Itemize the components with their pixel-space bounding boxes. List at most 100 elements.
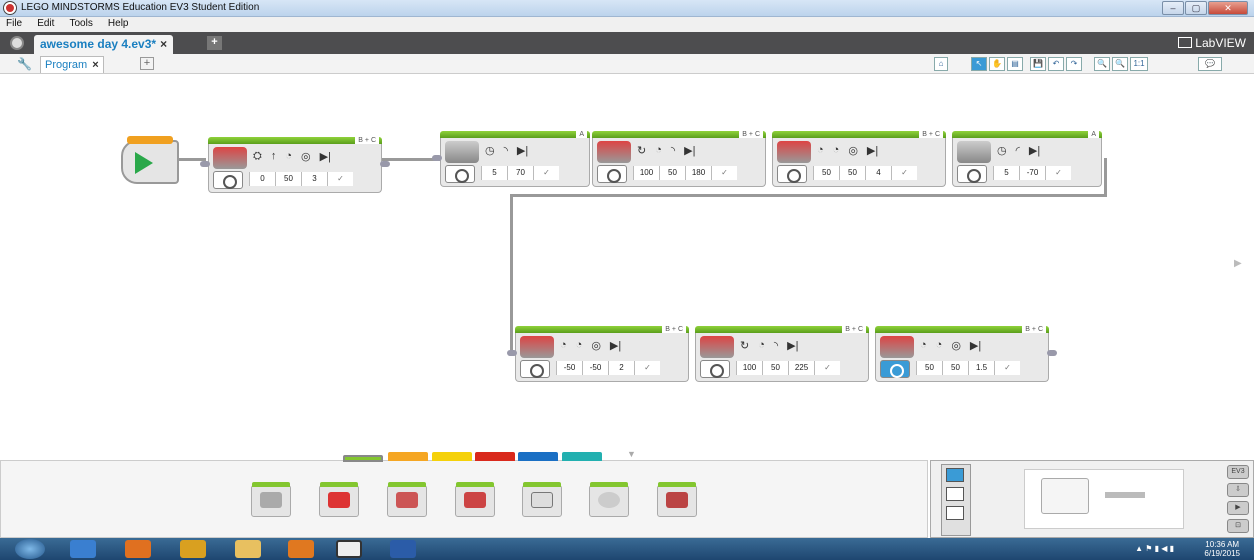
minimize-button[interactable]: – (1162, 1, 1184, 15)
mode-selector[interactable] (777, 165, 807, 183)
mode-selector[interactable] (880, 360, 910, 378)
palette-tab-action[interactable] (343, 455, 383, 462)
menu-tools[interactable]: Tools (63, 17, 98, 30)
left-power-input[interactable]: 50 (916, 361, 942, 375)
comment-tool-icon[interactable]: ▤ (1007, 57, 1023, 71)
firefox-icon[interactable] (125, 540, 151, 558)
brake-toggle[interactable]: ✓ (814, 361, 840, 375)
palette-collapse-icon[interactable]: ▼ (627, 449, 636, 459)
move-steering-block[interactable]: B + C ↻ ◔ ◝ ▶| 100 50 180 ✓ (592, 131, 766, 187)
available-bricks-icon[interactable] (946, 506, 964, 520)
select-tool-icon[interactable]: ↖ (971, 57, 987, 71)
comment-icon[interactable]: 💬 (1198, 57, 1222, 71)
brake-toggle[interactable]: ✓ (1045, 166, 1071, 180)
port-selector[interactable]: A (1088, 131, 1099, 138)
power-input[interactable]: 70 (507, 166, 533, 180)
chrome-icon[interactable] (180, 540, 206, 558)
info-icon[interactable] (946, 468, 964, 482)
port-selector[interactable]: B + C (919, 131, 943, 138)
move-steering-block[interactable]: B + C ↻ ◔ ◝ ▶| 100 50 225 ✓ (695, 326, 869, 382)
left-power-input[interactable]: -50 (556, 361, 582, 375)
palette-tab-advanced[interactable] (518, 452, 558, 461)
degrees-input[interactable]: 225 (788, 361, 814, 375)
brake-toggle[interactable]: ✓ (634, 361, 660, 375)
palette-tab-sensor[interactable] (432, 452, 472, 461)
palette-sound[interactable] (589, 482, 629, 517)
right-power-input[interactable]: 50 (839, 166, 865, 180)
brake-toggle[interactable]: ✓ (994, 361, 1020, 375)
palette-tab-my-blocks[interactable] (562, 452, 602, 461)
right-power-input[interactable]: -50 (582, 361, 608, 375)
steering-input[interactable]: 100 (633, 166, 659, 180)
content-editor-icon[interactable]: ⌂ (934, 57, 948, 71)
add-project-button[interactable]: + (207, 36, 222, 50)
left-power-input[interactable]: 50 (813, 166, 839, 180)
close-program-tab-icon[interactable]: × (92, 59, 98, 71)
palette-display[interactable] (522, 482, 562, 517)
ev3-brick-button[interactable]: EV3 (1227, 465, 1249, 479)
mode-selector[interactable] (700, 360, 730, 378)
program-tab[interactable]: Program × (40, 56, 104, 73)
rotations-input[interactable]: 1.5 (968, 361, 994, 375)
download-and-run-selected-icon[interactable]: ⊡ (1227, 519, 1249, 533)
port-selector[interactable]: B + C (842, 326, 866, 333)
brake-toggle[interactable]: ✓ (891, 166, 917, 180)
palette-move-tank[interactable] (455, 482, 495, 517)
port-selector[interactable]: A (576, 131, 587, 138)
medium-motor-block[interactable]: A ◷ ◜ ▶| 5 -70 ✓ (952, 131, 1102, 187)
menu-edit[interactable]: Edit (31, 17, 60, 30)
word-icon[interactable] (390, 540, 416, 558)
windows-start-button[interactable] (15, 539, 45, 559)
save-icon[interactable]: 💾 (1030, 57, 1046, 71)
seconds-input[interactable]: 5 (993, 166, 1019, 180)
seconds-input[interactable]: 5 (481, 166, 507, 180)
power-input[interactable]: -70 (1019, 166, 1045, 180)
mode-selector[interactable] (957, 165, 987, 183)
palette-brick-status-light[interactable] (657, 482, 697, 517)
start-block[interactable] (121, 136, 179, 184)
download-icon[interactable]: ⇩ (1227, 483, 1249, 497)
palette-medium-motor[interactable] (251, 482, 291, 517)
rotations-input[interactable]: 4 (865, 166, 891, 180)
media-player-icon[interactable] (288, 540, 314, 558)
brake-toggle[interactable]: ✓ (711, 166, 737, 180)
right-power-input[interactable]: 50 (942, 361, 968, 375)
file-explorer-icon[interactable] (235, 540, 261, 558)
mode-selector[interactable] (445, 165, 475, 183)
zoom-reset-icon[interactable]: 1:1 (1130, 57, 1148, 71)
mode-selector[interactable] (213, 171, 243, 189)
power-input[interactable]: 50 (275, 172, 301, 186)
undo-icon[interactable]: ↶ (1048, 57, 1064, 71)
menu-file[interactable]: File (0, 17, 28, 30)
rotations-input[interactable]: 3 (301, 172, 327, 186)
add-program-button[interactable]: + (140, 57, 154, 70)
internet-explorer-icon[interactable] (70, 540, 96, 558)
download-and-run-icon[interactable]: ▶ (1227, 501, 1249, 515)
port-selector[interactable]: B + C (739, 131, 763, 138)
close-project-tab-icon[interactable]: × (160, 37, 167, 51)
palette-tab-flow-control[interactable] (388, 452, 428, 461)
project-properties-wrench-icon[interactable]: 🔧 (17, 57, 32, 71)
scroll-right-arrow-icon[interactable]: ▶ (1234, 258, 1242, 269)
palette-move-steering[interactable] (387, 482, 427, 517)
maximize-button[interactable]: ▢ (1185, 1, 1207, 15)
sequence-plug-out[interactable] (380, 161, 390, 167)
port-selector[interactable]: B + C (1022, 326, 1046, 333)
palette-large-motor[interactable] (319, 482, 359, 517)
port-view-icon[interactable] (946, 487, 964, 501)
rotations-input[interactable]: 2 (608, 361, 634, 375)
mode-selector[interactable] (520, 360, 550, 378)
mode-selector[interactable] (597, 165, 627, 183)
port-selector[interactable]: B + C (662, 326, 686, 333)
move-tank-block[interactable]: B + C ◔ ◔ ◎ ▶| 50 50 1.5 ✓ (875, 326, 1057, 382)
brake-toggle[interactable]: ✓ (533, 166, 559, 180)
zoom-in-icon[interactable]: 🔍 (1112, 57, 1128, 71)
zoom-out-icon[interactable]: 🔍 (1094, 57, 1110, 71)
clock[interactable]: 10:36 AM 6/19/2015 (1204, 540, 1240, 558)
brake-toggle[interactable]: ✓ (327, 172, 353, 186)
play-icon[interactable] (135, 152, 153, 174)
move-tank-block[interactable]: B + C ◔ ◔ ◎ ▶| 50 50 4 ✓ (772, 131, 946, 187)
close-button[interactable]: ✕ (1208, 1, 1248, 15)
power-input[interactable]: 50 (659, 166, 685, 180)
move-steering-block[interactable]: B + C ⛭ ↑ ◔ ◎ ▶| 0 50 3 ✓ (200, 137, 390, 193)
